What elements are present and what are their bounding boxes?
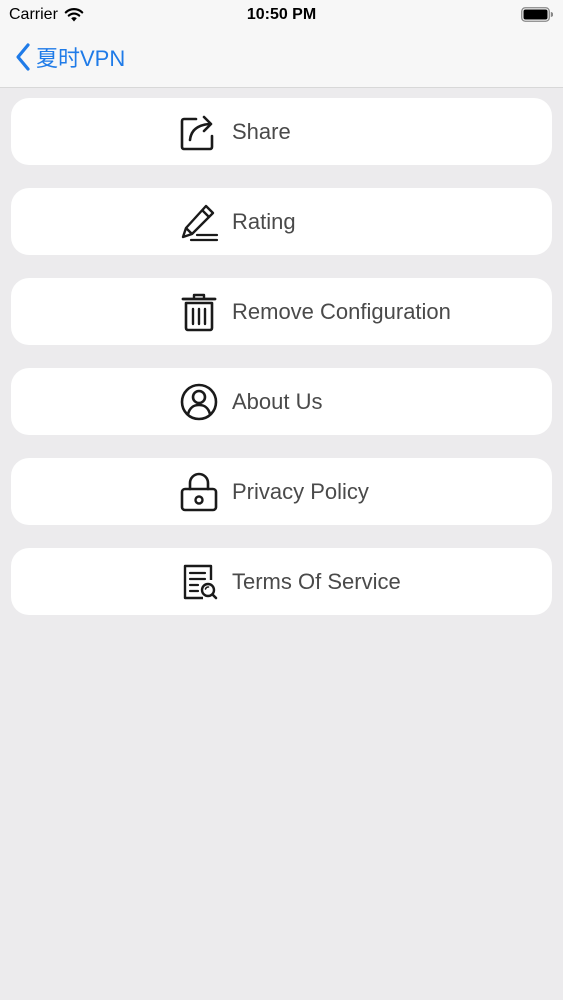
status-time: 10:50 PM [246,6,317,23]
navigation-bar: 夏时VPN [0,30,563,88]
menu-item-about-us[interactable]: About Us [11,368,552,435]
menu-item-privacy-policy[interactable]: Privacy Policy [11,458,552,525]
pencil-icon [179,202,219,242]
back-button[interactable]: 夏时VPN [14,40,125,74]
trash-icon [179,292,219,332]
menu-item-terms-of-service[interactable]: Terms Of Service [11,548,552,615]
menu-item-remove-configuration[interactable]: Remove Configuration [11,278,552,345]
status-bar: Carrier 10:50 PM [0,0,563,30]
document-search-icon [179,562,219,602]
user-icon [179,382,219,422]
share-icon [179,112,219,152]
menu-item-label: Privacy Policy [232,479,369,504]
menu-item-label: Remove Configuration [232,299,451,324]
menu-item-rating[interactable]: Rating [11,188,552,255]
lock-icon [179,472,219,512]
settings-menu: Share Rating Remove Configuration About … [11,98,552,638]
battery-icon [521,7,554,22]
menu-item-label: Rating [232,209,296,234]
menu-item-label: Share [232,119,291,144]
menu-item-label: Terms Of Service [232,569,401,594]
chevron-left-icon [16,43,30,71]
menu-item-label: About Us [232,389,323,414]
back-button-label: 夏时VPN [36,46,126,71]
menu-item-share[interactable]: Share [11,98,552,165]
